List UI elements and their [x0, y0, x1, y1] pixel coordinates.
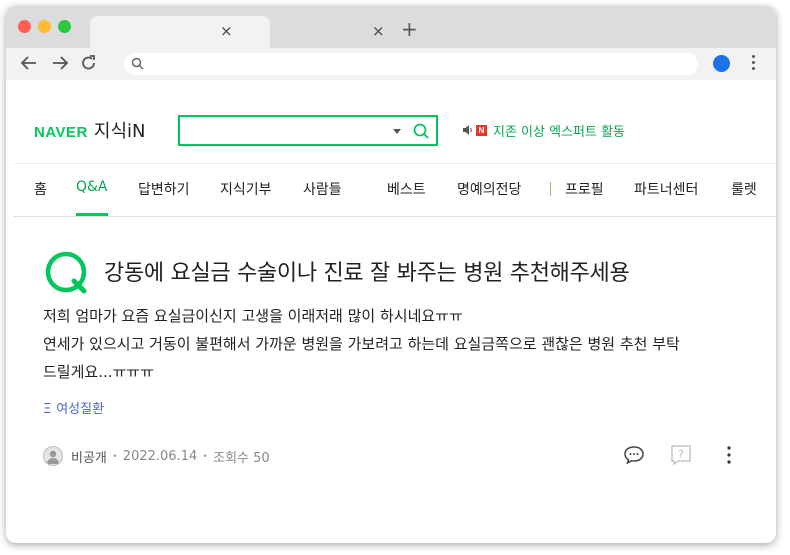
profile-avatar[interactable] — [713, 55, 730, 72]
nav-item-qa[interactable]: Q&A — [76, 179, 108, 195]
close-window-button[interactable] — [18, 20, 31, 33]
naver-kin-logo[interactable]: NAVER 지식iN — [34, 117, 146, 142]
main-nav: 홈 Q&A 답변하기 지식기부 사람들 베스트 명예의전당 프로필 파트너센터 … — [14, 163, 776, 217]
comment-icon[interactable] — [622, 444, 646, 466]
nav-divider — [550, 182, 551, 196]
page-content: NAVER 지식iN N 지존 이상 엑스퍼트 활동 홈 Q&A 답변하기 지식기… — [6, 80, 776, 543]
tab-close-icon[interactable]: × — [372, 22, 385, 40]
search-icon — [131, 57, 144, 70]
nav-item-home[interactable]: 홈 — [34, 179, 47, 199]
speaker-icon — [463, 125, 472, 135]
nav-item-roulette[interactable]: 룰렛 — [731, 179, 757, 199]
view-count: 조회수 50 — [213, 450, 270, 466]
more-options-icon[interactable] — [717, 444, 741, 466]
question-body-line: 저희 엄마가 요즘 요실금이신지 고생을 이래저래 많이 하시네요ㅠㅠ — [43, 307, 463, 325]
browser-menu-icon[interactable] — [752, 55, 756, 73]
nav-item-profile[interactable]: 프로필 — [565, 179, 604, 199]
tab-inactive[interactable]: × — [270, 16, 400, 48]
tab-close-icon[interactable]: × — [220, 22, 233, 40]
question-body-line: 연세가 있으시고 거동이 불편해서 가까운 병원을 가보려고 하는데 요실금쪽으… — [43, 335, 680, 353]
logo-brand: NAVER — [34, 124, 88, 141]
answer-question-icon[interactable]: ? — [669, 444, 693, 466]
svg-text:?: ? — [678, 448, 684, 461]
search-icon[interactable] — [412, 122, 430, 140]
maximize-window-button[interactable] — [58, 20, 71, 33]
question-q-icon — [45, 251, 87, 294]
avatar — [43, 446, 63, 466]
tab-active[interactable]: × — [90, 16, 270, 48]
search-input[interactable] — [178, 115, 438, 146]
browser-toolbar — [6, 48, 776, 80]
nav-item-answer[interactable]: 답변하기 — [138, 179, 190, 199]
minimize-window-button[interactable] — [38, 20, 51, 33]
expert-text: 지존 이상 엑스퍼트 활동 — [493, 124, 625, 140]
nav-item-people[interactable]: 사람들 — [303, 179, 342, 199]
author-name[interactable]: 비공개 — [71, 447, 107, 466]
forward-arrow-icon[interactable] — [51, 54, 69, 72]
reload-icon[interactable] — [80, 54, 98, 72]
nav-item-partner[interactable]: 파트너센터 — [634, 179, 698, 199]
question-title: 강동에 요실금 수술이나 진료 잘 봐주는 병원 추천해주세용 — [104, 261, 630, 286]
question-body: 저희 엄마가 요즘 요실금이신지 고생을 이래저래 많이 하시네요ㅠㅠ 연세가 … — [43, 302, 743, 386]
category-label: 여성질환 — [56, 402, 105, 417]
back-arrow-icon[interactable] — [20, 54, 38, 72]
logo-service: 지식iN — [93, 121, 146, 142]
new-badge: N — [476, 124, 487, 136]
question-body-line: 드릴게요...ㅠㅠㅠ — [43, 363, 154, 381]
nav-item-best[interactable]: 베스트 — [387, 179, 426, 199]
address-bar[interactable] — [124, 53, 698, 75]
nav-item-hall-of-fame[interactable]: 명예의전당 — [457, 179, 521, 199]
nav-item-donate[interactable]: 지식기부 — [220, 179, 272, 199]
active-tab-indicator — [76, 213, 108, 216]
new-tab-icon[interactable]: + — [401, 19, 418, 39]
category-icon: Ξ — [43, 402, 52, 417]
meta-separator: • — [111, 450, 118, 462]
question-meta: 비공개 • 2022.06.14 • 조회수 50 — [43, 445, 270, 467]
browser-window: × × + NAVER 지식iN N 지존 이상 엑스퍼트 활동 홈 Q&A 답… — [6, 6, 776, 543]
expert-link[interactable]: N 지존 이상 엑스퍼트 활동 — [462, 120, 625, 140]
category-tag[interactable]: Ξ 여성질환 — [43, 398, 104, 417]
post-date: 2022.06.14 — [122, 448, 198, 464]
tab-bar: × × + — [6, 6, 776, 48]
chevron-down-icon[interactable] — [393, 129, 401, 134]
meta-separator: • — [202, 450, 209, 462]
